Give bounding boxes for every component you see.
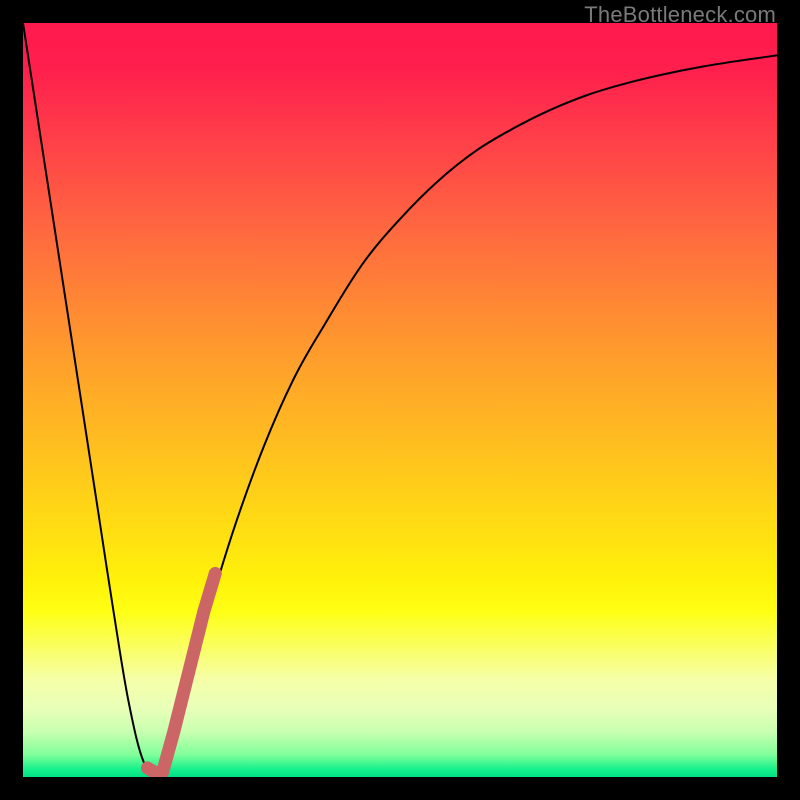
plot-area xyxy=(23,23,777,777)
chart-frame: TheBottleneck.com xyxy=(0,0,800,800)
series-highlight-segment xyxy=(147,573,215,772)
curve-layer xyxy=(23,23,777,777)
watermark-text: TheBottleneck.com xyxy=(584,2,776,28)
series-bottleneck-curve xyxy=(23,23,777,777)
chart-svg xyxy=(23,23,777,777)
